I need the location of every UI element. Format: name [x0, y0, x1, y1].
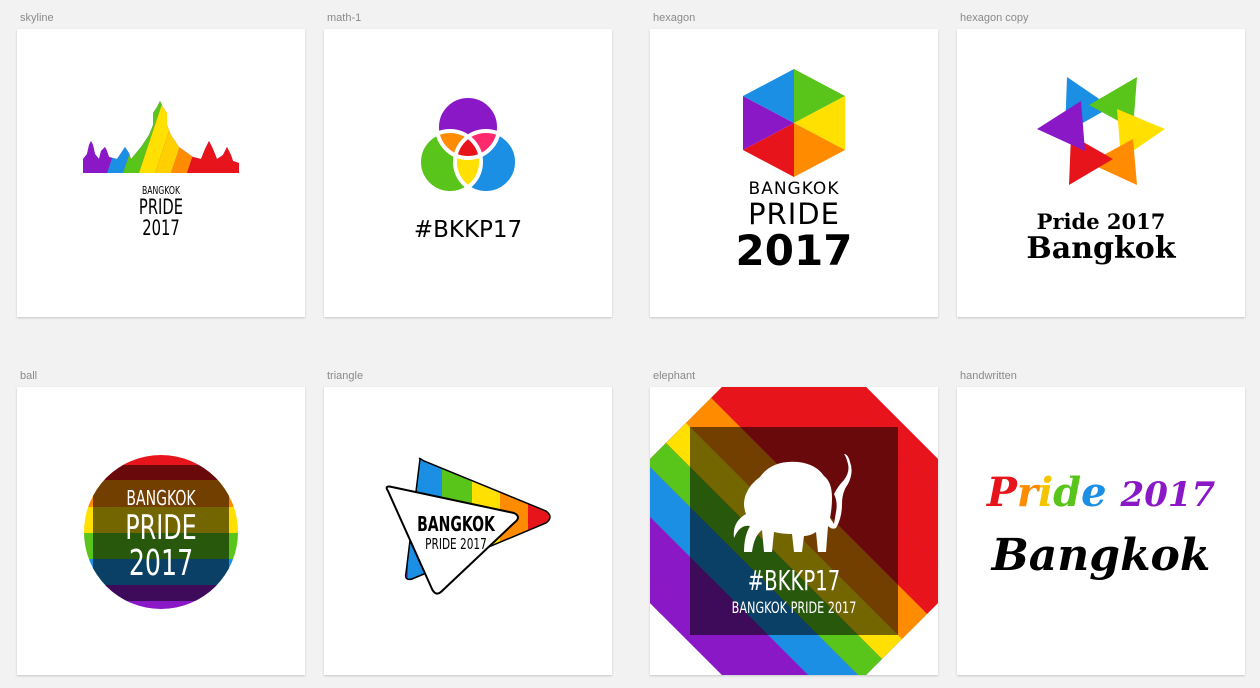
artboard-elephant[interactable]: #BKKP17 BANGKOK PRIDE 2017 — [650, 387, 938, 675]
artboard-hexagon-copy[interactable]: Pride 2017 Bangkok — [957, 29, 1245, 317]
artboard-label-handwritten[interactable]: handwritten — [960, 370, 1017, 382]
triangle-logo-line1: BANGKOK — [417, 512, 495, 536]
venn-logo-graphic — [417, 94, 519, 195]
handwritten-logo-line1: Pride 2017 — [957, 469, 1245, 516]
artboard-skyline[interactable]: BANGKOK PRIDE 2017 — [17, 29, 305, 317]
artboard-label-math-1[interactable]: math-1 — [327, 12, 361, 24]
handwritten-letter-r: r — [1016, 469, 1038, 516]
artboard-label-hexagon[interactable]: hexagon — [653, 12, 695, 24]
artboard-math-1[interactable]: #BKKP17 — [324, 29, 612, 317]
artboard-hexagon[interactable]: BANGKOK PRIDE 2017 — [650, 29, 938, 317]
artboard-label-hexagon-copy[interactable]: hexagon copy — [960, 12, 1029, 24]
handwritten-letter-p: P — [986, 469, 1017, 516]
artboard-label-skyline[interactable]: skyline — [20, 12, 54, 24]
hexagon-copy-logo-line2: Bangkok — [1026, 231, 1176, 266]
artboard-label-elephant[interactable]: elephant — [653, 370, 695, 382]
star-logo-graphic — [1037, 77, 1165, 185]
handwritten-letter-e: e — [1081, 469, 1107, 516]
ball-logo-line2: PRIDE — [125, 508, 197, 548]
ball-logo-line1: BANGKOK — [126, 486, 196, 510]
artboard-label-ball[interactable]: ball — [20, 370, 37, 382]
math-1-logo-text: #BKKP17 — [413, 217, 523, 243]
artboard-triangle[interactable]: BANGKOK PRIDE 2017 — [324, 387, 612, 675]
elephant-logo-line2: BANGKOK PRIDE 2017 — [731, 598, 857, 617]
handwritten-logo-line2: Bangkok — [991, 530, 1211, 581]
handwritten-letter-d: d — [1053, 469, 1082, 516]
elephant-logo-graphic — [650, 387, 938, 675]
handwritten-year: 2017 — [1120, 475, 1216, 515]
ball-logo-line3: 2017 — [128, 543, 194, 584]
elephant-logo-line1: #BKKP17 — [747, 564, 841, 597]
skyline-logo-graphic — [83, 101, 239, 173]
hexagon-logo-line3: 2017 — [735, 226, 853, 275]
triangle-logo-line2: PRIDE 2017 — [425, 535, 487, 553]
hexagon-logo-line1: BANGKOK — [748, 179, 840, 199]
artboard-handwritten[interactable]: Pride 2017 Bangkok — [957, 387, 1245, 675]
handwritten-letter-i: i — [1037, 469, 1054, 516]
artboard-ball[interactable]: BANGKOK PRIDE 2017 — [17, 387, 305, 675]
skyline-logo-line3: 2017 — [142, 216, 180, 240]
artboard-label-triangle[interactable]: triangle — [327, 370, 363, 382]
